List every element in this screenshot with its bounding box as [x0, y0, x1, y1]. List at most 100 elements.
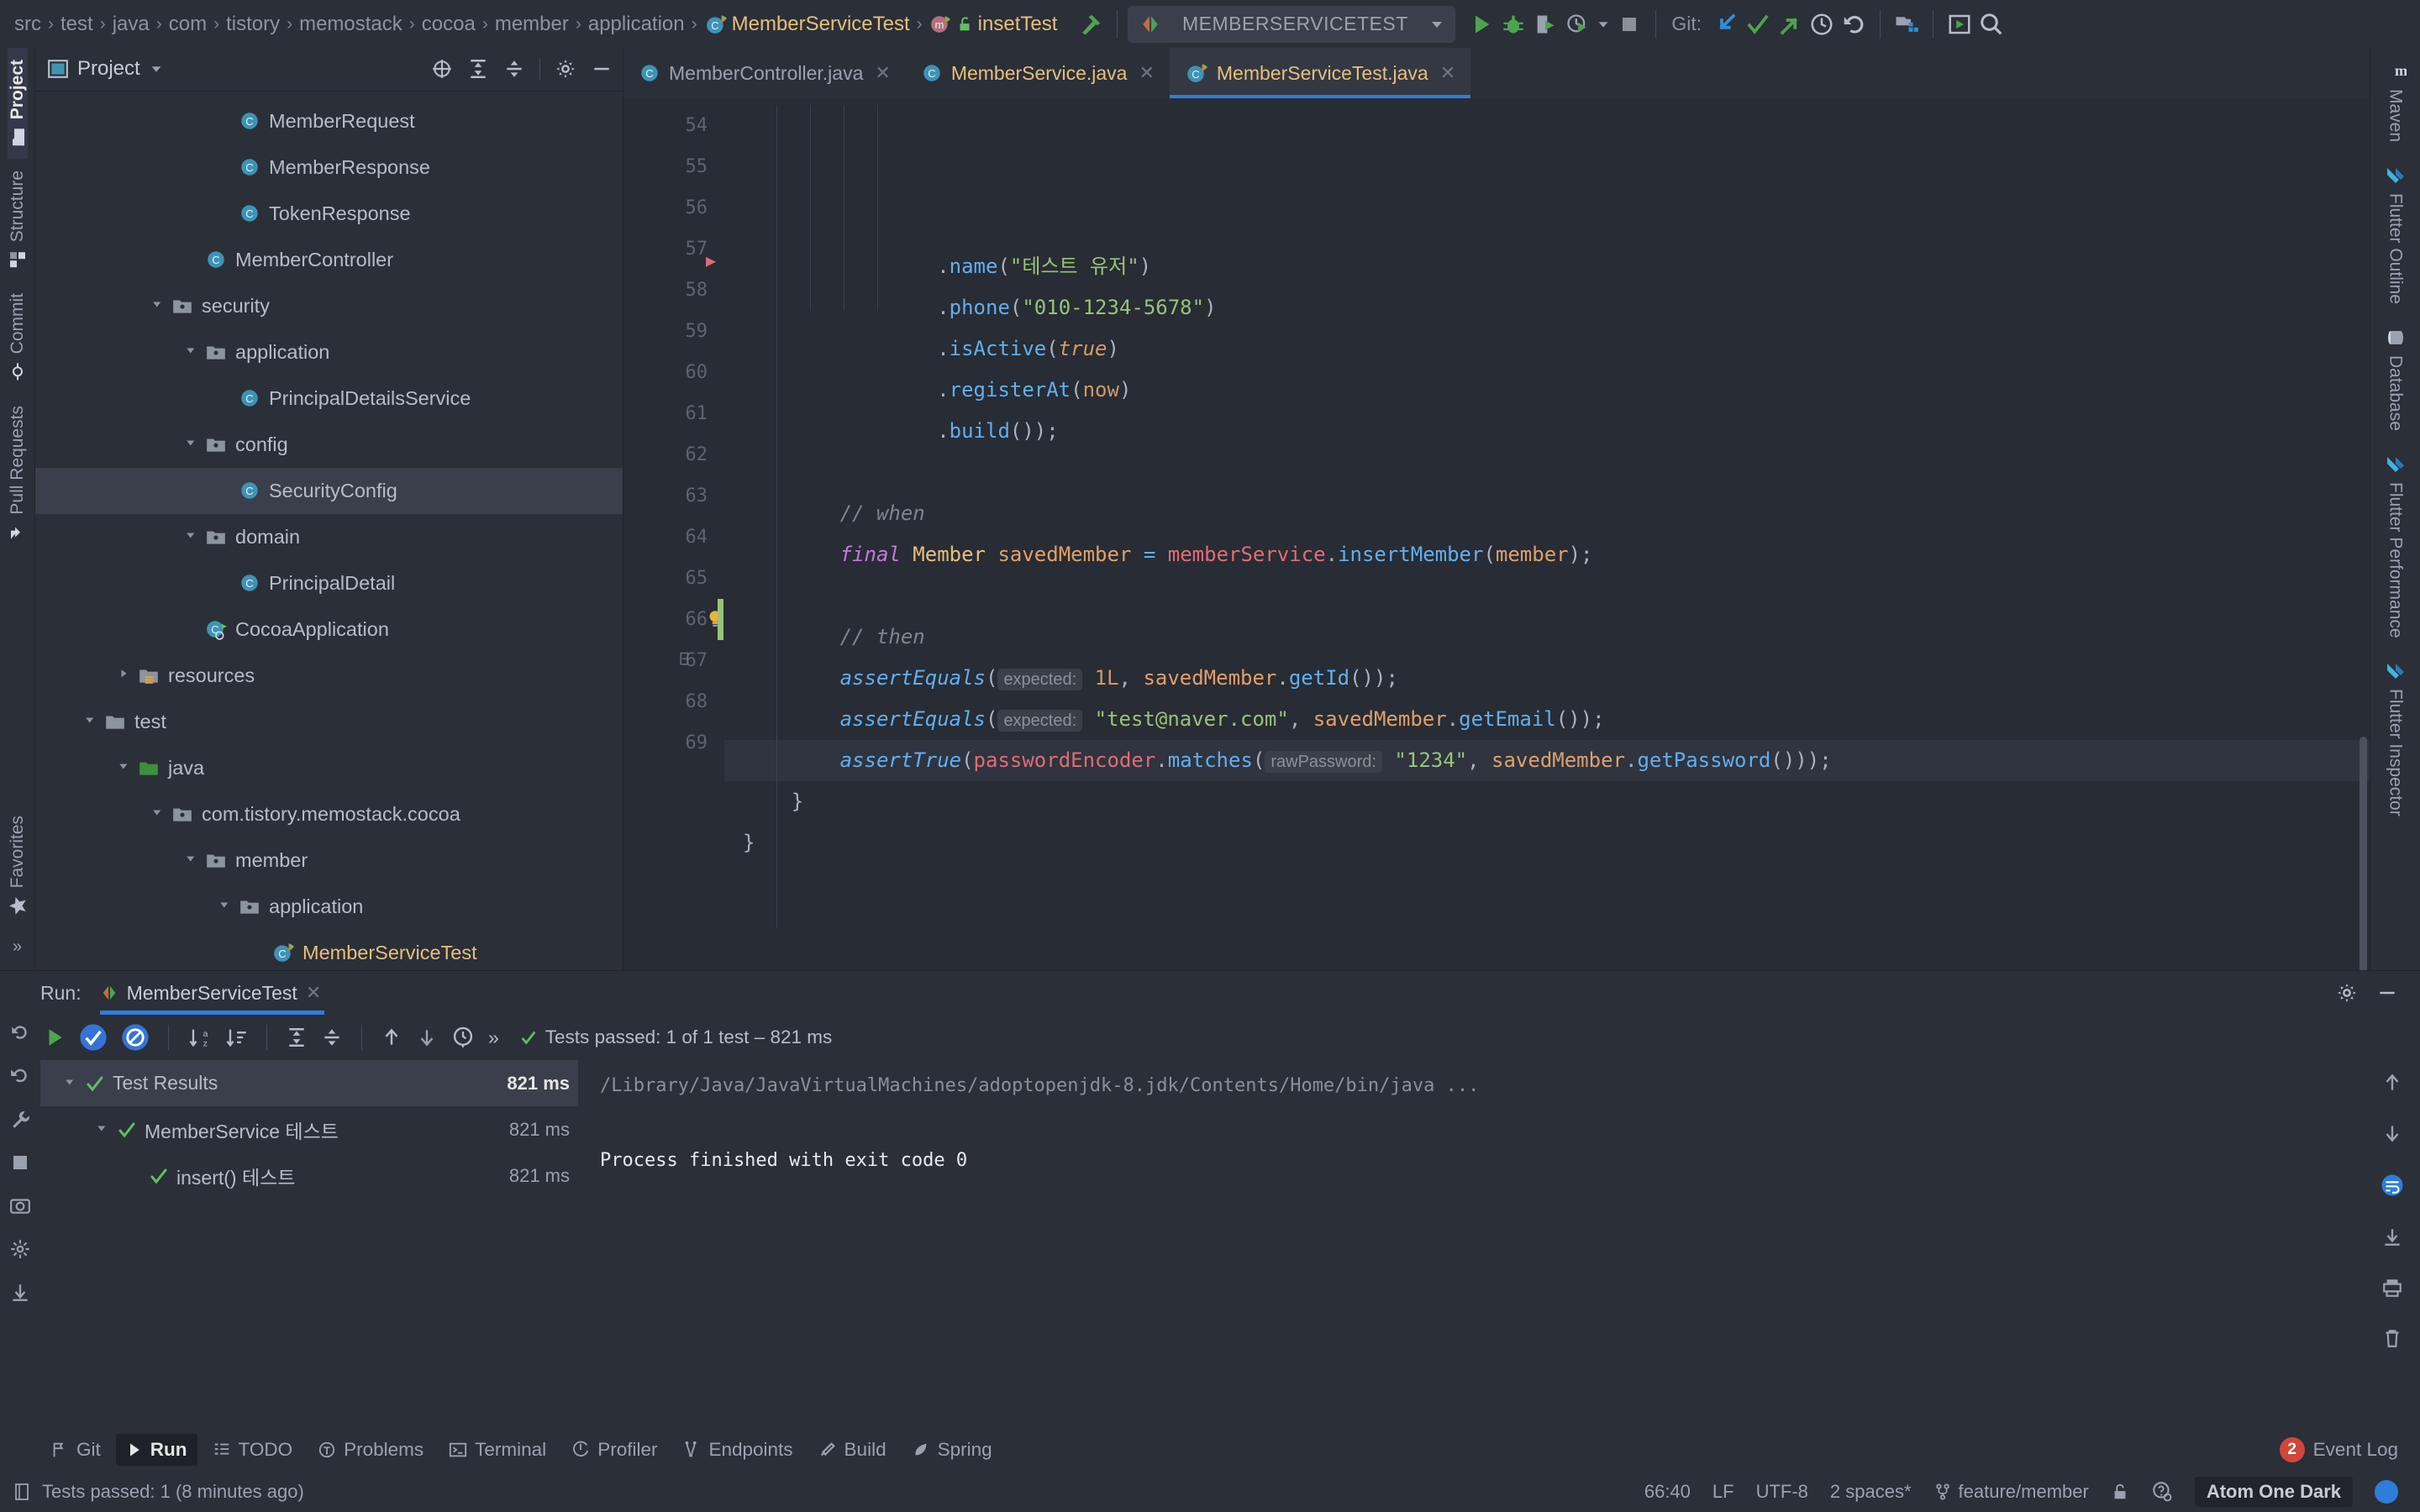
sidebar-item-database[interactable]: Database — [2386, 316, 2406, 443]
git-branch-widget[interactable]: feature/member — [1933, 1481, 2089, 1503]
hide-panel-icon[interactable] — [591, 58, 613, 80]
sidebar-item-structure[interactable]: Structure — [8, 159, 28, 281]
breadcrumb-item-memostack[interactable]: memostack — [293, 13, 408, 36]
sidebar-item-flutter-inspector[interactable]: Flutter Inspector — [2386, 649, 2406, 828]
settings-gear-icon[interactable] — [9, 1238, 31, 1260]
breadcrumb-item-memberservicetest[interactable]: CMemberServiceTest — [698, 13, 916, 36]
tree-node[interactable]: resources — [35, 653, 623, 699]
help-icon[interactable] — [2151, 1481, 2173, 1503]
print-icon[interactable] — [2381, 1277, 2403, 1299]
project-chevron-down-icon[interactable] — [149, 61, 164, 76]
test-tree-row[interactable]: insert() 테스트 821 ms — [40, 1152, 578, 1199]
show-passed-toggle[interactable] — [79, 1023, 108, 1052]
tree-node[interactable]: C PrincipalDetailsService — [35, 375, 623, 422]
more-options-button[interactable]: » — [488, 1026, 499, 1049]
tree-node[interactable]: com.tistory.memostack.cocoa — [35, 791, 623, 837]
caret-position[interactable]: 66:40 — [1644, 1481, 1691, 1503]
code-line[interactable]: .build()); — [724, 411, 2370, 452]
tool-window-run[interactable]: Run — [116, 1434, 197, 1466]
breadcrumb-item-com[interactable]: com — [163, 13, 213, 36]
code-line[interactable] — [724, 452, 2370, 493]
tree-twisty-open-icon[interactable] — [182, 437, 203, 452]
select-in-window-icon[interactable] — [1944, 8, 1975, 40]
rerun-failed-icon[interactable] — [9, 1065, 31, 1087]
soft-wrap-icon[interactable] — [2380, 1173, 2405, 1198]
profile-dropdown-icon[interactable] — [1593, 8, 1613, 40]
tree-node[interactable]: application — [35, 329, 623, 375]
close-icon[interactable]: ✕ — [1440, 62, 1455, 84]
lock-icon[interactable] — [2111, 1482, 2129, 1502]
tree-twisty-open-icon[interactable] — [215, 899, 237, 914]
tree-node[interactable]: C SecurityConfig — [35, 468, 623, 514]
expand-all-icon[interactable] — [467, 58, 489, 80]
wrench-icon[interactable] — [9, 1109, 31, 1131]
code-line[interactable]: assertEquals(expected: 1L, savedMember.g… — [724, 658, 2370, 699]
editor-vertical-scrollbar[interactable] — [2360, 737, 2367, 970]
sort-by-duration-button[interactable] — [224, 1026, 248, 1049]
debug-button[interactable] — [1497, 8, 1529, 40]
git-rollback-button[interactable] — [1838, 8, 1870, 40]
rail-more-icon[interactable]: » — [13, 927, 22, 970]
run-with-coverage-button[interactable] — [1529, 8, 1561, 40]
profile-button[interactable] — [1561, 8, 1593, 40]
chevron-down-icon[interactable] — [1428, 16, 1445, 33]
tree-node[interactable]: C MemberServiceTest — [35, 930, 623, 970]
collapse-all-icon[interactable] — [503, 58, 525, 80]
event-log-button[interactable]: Event Log — [2313, 1439, 2398, 1461]
editor-tab-bar[interactable]: C MemberController.java ✕ C MemberServic… — [623, 48, 2370, 98]
project-file-tree[interactable]: C MemberRequest C MemberResponse C Token… — [35, 92, 623, 970]
tool-window-profiler[interactable]: Profiler — [561, 1434, 667, 1466]
code-line[interactable]: .registerAt(now) — [724, 370, 2370, 411]
code-line[interactable] — [724, 575, 2370, 617]
tool-window-terminal[interactable]: Terminal — [439, 1434, 556, 1466]
test-tree-row[interactable]: MemberService 테스트 821 ms — [40, 1106, 578, 1152]
status-indicator-dot[interactable] — [2375, 1480, 2398, 1504]
code-line[interactable]: assertTrue(passwordEncoder.matches(rawPa… — [724, 740, 2370, 781]
tree-twisty-closed-icon[interactable] — [114, 668, 136, 683]
rerun-icon[interactable] — [9, 1021, 31, 1043]
next-failed-button[interactable] — [416, 1026, 438, 1048]
line-separator[interactable]: LF — [1712, 1481, 1734, 1503]
indent-setting[interactable]: 2 spaces* — [1830, 1481, 1912, 1503]
gear-icon[interactable] — [555, 58, 576, 80]
tree-twisty-open-icon[interactable] — [182, 344, 203, 360]
tree-node[interactable]: java — [35, 745, 623, 791]
tree-twisty-open-icon[interactable] — [114, 760, 136, 775]
run-tab-memberservicetest[interactable]: MemberServiceTest ✕ — [97, 971, 330, 1015]
stop-icon[interactable] — [10, 1152, 30, 1173]
test-history-button[interactable] — [451, 1026, 475, 1049]
tree-node[interactable]: application — [35, 884, 623, 930]
tree-node[interactable]: C PrincipalDetail — [35, 560, 623, 606]
tool-window-git[interactable]: Git — [40, 1434, 111, 1466]
tree-twisty-open-icon[interactable] — [182, 529, 203, 544]
editor-tab-memberservicetest[interactable]: C MemberServiceTest.java ✕ — [1170, 48, 1470, 98]
tool-window-todo[interactable]: TODO — [203, 1434, 303, 1466]
editor-tab-memberservice[interactable]: C MemberService.java ✕ — [906, 48, 1170, 98]
sidebar-item-flutter-performance[interactable]: Flutter Performance — [2386, 443, 2406, 650]
breadcrumb-item-java[interactable]: java — [107, 13, 155, 36]
git-push-button[interactable] — [1774, 8, 1806, 40]
code-line[interactable]: .isActive(true) — [724, 328, 2370, 370]
camera-icon[interactable] — [9, 1194, 31, 1216]
tree-twisty-open-icon[interactable] — [60, 1076, 82, 1091]
previous-failed-button[interactable] — [381, 1026, 402, 1048]
rerun-tests-button[interactable] — [44, 1026, 66, 1048]
code-line[interactable]: // when — [724, 493, 2370, 534]
close-icon[interactable]: ✕ — [875, 62, 890, 84]
save-console-icon[interactable] — [2381, 1226, 2403, 1248]
tree-node[interactable]: C MemberController — [35, 237, 623, 283]
trash-icon[interactable] — [2381, 1327, 2403, 1349]
git-update-project-button[interactable] — [1710, 8, 1742, 40]
git-history-button[interactable] — [1806, 8, 1838, 40]
tree-node[interactable]: C TokenResponse — [35, 191, 623, 237]
console-output[interactable]: /Library/Java/JavaVirtualMachines/adopto… — [578, 1060, 2365, 1428]
code-line[interactable]: .phone("010-1234-5678") — [724, 287, 2370, 328]
scroll-down-icon[interactable] — [2381, 1122, 2403, 1144]
gear-icon[interactable] — [2336, 982, 2358, 1004]
expand-all-button[interactable] — [286, 1026, 308, 1048]
code-line[interactable] — [724, 864, 2370, 905]
code-line[interactable]: assertEquals(expected: "test@naver.com",… — [724, 699, 2370, 740]
build-hammer-icon[interactable] — [1075, 8, 1107, 40]
code-line[interactable]: .name("테스트 유저") — [724, 246, 2370, 287]
sidebar-item-project[interactable]: Project — [8, 48, 28, 159]
